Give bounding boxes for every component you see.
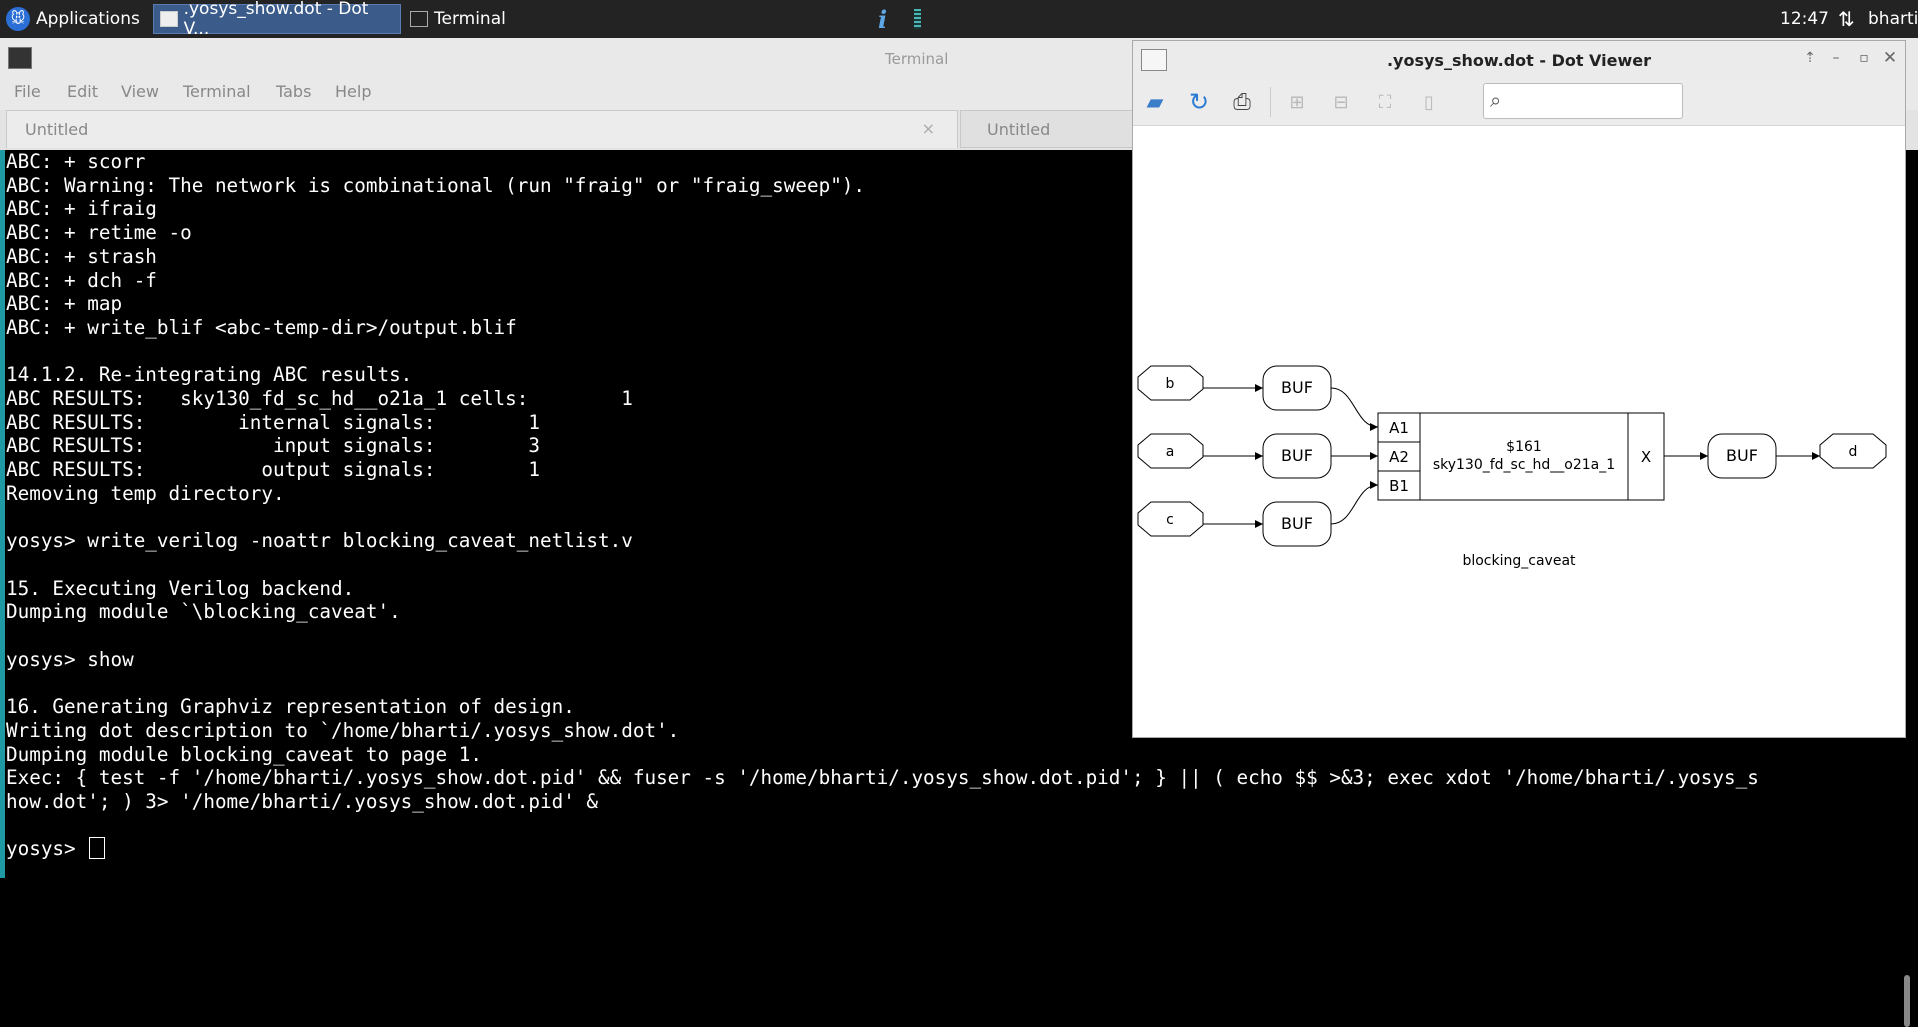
buffer-label: BUF: [1726, 446, 1758, 465]
cell-output-x: X: [1641, 448, 1651, 466]
input-label: b: [1166, 376, 1175, 392]
graph-canvas[interactable]: b a c BUF BUF BUF A1 A2 B1 $161 sky130_f…: [1133, 126, 1905, 738]
maximize-window-icon[interactable]: ▫: [1853, 47, 1875, 69]
open-icon[interactable]: ▰: [1139, 87, 1171, 117]
menu-help[interactable]: Help: [335, 82, 371, 101]
terminal-line: Removing temp directory.: [6, 481, 285, 505]
terminal-tab-2[interactable]: Untitled: [960, 110, 1140, 148]
terminal-line: ABC RESULTS: input signals: 3: [6, 434, 540, 458]
terminal-line: ABC: + map: [6, 292, 123, 316]
graph-buf-b[interactable]: BUF: [1262, 365, 1332, 411]
terminal-tab-1[interactable]: Untitled ×: [6, 110, 958, 148]
terminal-line: ABC RESULTS: output signals: 1: [6, 458, 540, 482]
terminal-line: 15. Executing Verilog backend.: [6, 576, 355, 600]
input-label: a: [1166, 444, 1175, 460]
zoom-out-icon[interactable]: ⊟: [1325, 87, 1357, 117]
terminal-accent-bar: [0, 150, 5, 878]
terminal-line: ABC: + dch -f: [6, 268, 157, 292]
taskbar: 🐭 Applications .yosys_show.dot - Dot V..…: [0, 0, 1918, 39]
xfce-logo-icon: 🐭: [6, 7, 30, 31]
user-menu[interactable]: bharti: [1868, 0, 1918, 38]
close-window-icon[interactable]: ✕: [1879, 47, 1901, 69]
terminal-window-icon: [8, 47, 32, 69]
cell-port-a2: A2: [1389, 448, 1409, 466]
menu-terminal[interactable]: Terminal: [183, 82, 251, 101]
graph-buf-c[interactable]: BUF: [1262, 501, 1332, 547]
cell-port-a1: A1: [1389, 419, 1409, 437]
minimize-window-icon[interactable]: –: [1825, 47, 1847, 69]
terminal-line: 16. Generating Graphviz representation o…: [6, 695, 575, 719]
terminal-line: ABC RESULTS: internal signals: 1: [6, 410, 540, 434]
reload-icon[interactable]: ↻: [1183, 87, 1215, 117]
terminal-line: 14.1.2. Re-integrating ABC results.: [6, 363, 413, 387]
cell-port-b1: B1: [1389, 477, 1409, 495]
graph-input-port-a[interactable]: a: [1137, 433, 1204, 469]
taskbar-task-terminal[interactable]: Terminal: [404, 4, 649, 34]
applications-menu[interactable]: 🐭 Applications: [0, 0, 156, 38]
output-label: d: [1849, 444, 1858, 460]
terminal-scrollbar[interactable]: [1904, 975, 1910, 1027]
search-input[interactable]: ⌕: [1483, 83, 1683, 119]
buffer-label: BUF: [1281, 514, 1313, 533]
menu-view[interactable]: View: [121, 82, 159, 101]
terminal-line: ABC: + ifraig: [6, 197, 157, 221]
terminal-cursor: [89, 837, 106, 860]
zoom-100-icon[interactable]: ▯: [1413, 87, 1445, 117]
window-icon: [160, 11, 178, 27]
terminal-icon: [410, 11, 428, 27]
terminal-line: Writing dot description to `/home/bharti…: [6, 718, 680, 742]
cell-id: $161: [1506, 439, 1542, 455]
graph-cell-o21a[interactable]: A1 A2 B1 $161 sky130_fd_sc_hd__o21a_1 X: [1377, 412, 1665, 501]
graph-buf-a[interactable]: BUF: [1262, 433, 1332, 479]
terminal-line: ABC: + strash: [6, 244, 157, 268]
buffer-label: BUF: [1281, 446, 1313, 465]
menu-tabs[interactable]: Tabs: [276, 82, 311, 101]
shade-window-icon[interactable]: ⇡: [1799, 47, 1821, 69]
graph-input-port-c[interactable]: c: [1137, 501, 1204, 537]
menu-file[interactable]: File: [14, 82, 41, 101]
terminal-line: ABC: + retime -o: [6, 221, 192, 245]
terminal-title: Terminal: [885, 50, 949, 68]
terminal-line: Exec: { test -f '/home/bharti/.yosys_sho…: [6, 766, 1759, 790]
terminal-line: ABC RESULTS: sky130_fd_sc_hd__o21a_1 cel…: [6, 387, 633, 411]
module-label: blocking_caveat: [1462, 553, 1576, 569]
applications-label: Applications: [36, 9, 140, 29]
terminal-line: ABC: + scorr: [6, 150, 146, 173]
terminal-line: Dumping module blocking_caveat to page 1…: [6, 742, 482, 766]
cell-type: sky130_fd_sc_hd__o21a_1: [1433, 457, 1615, 473]
dot-viewer-window: .yosys_show.dot - Dot Viewer ⇡ – ▫ ✕ ▰ ↻…: [1132, 40, 1906, 738]
terminal-line: how.dot'; ) 3> '/home/bharti/.yosys_show…: [6, 789, 599, 813]
zoom-in-icon[interactable]: ⊞: [1281, 87, 1313, 117]
taskbar-task-dot-viewer[interactable]: .yosys_show.dot - Dot V...: [153, 0, 401, 39]
cpu-monitor-icon[interactable]: [914, 0, 921, 38]
print-icon[interactable]: ⎙: [1226, 87, 1258, 117]
terminal-prompt[interactable]: yosys>: [6, 837, 106, 860]
input-label: c: [1166, 512, 1174, 528]
graph-buf-out[interactable]: BUF: [1707, 433, 1777, 479]
tab-label: Untitled: [987, 119, 1051, 139]
toolbar-separator: [1270, 87, 1271, 117]
graph-input-port-b[interactable]: b: [1137, 365, 1204, 401]
dot-viewer-titlebar[interactable]: .yosys_show.dot - Dot Viewer ⇡ – ▫ ✕: [1133, 41, 1905, 79]
tab-close-icon[interactable]: ×: [922, 119, 935, 138]
network-icon[interactable]: ⇅: [1838, 0, 1855, 38]
tab-label: Untitled: [25, 120, 89, 139]
task-label: .yosys_show.dot - Dot V...: [183, 0, 369, 39]
info-icon[interactable]: i: [878, 0, 887, 38]
terminal-line: Dumping module `\blocking_caveat'.: [6, 600, 401, 624]
terminal-line: ABC: + write_blif <abc-temp-dir>/output.…: [6, 315, 517, 339]
terminal-line: yosys> write_verilog -noattr blocking_ca…: [6, 529, 633, 553]
terminal-line: ABC: Warning: The network is combination…: [6, 173, 866, 197]
graph-output-port-d[interactable]: d: [1819, 433, 1887, 469]
menu-edit[interactable]: Edit: [67, 82, 98, 101]
buffer-label: BUF: [1281, 378, 1313, 397]
clock[interactable]: 12:47: [1780, 0, 1829, 38]
terminal-line: yosys> show: [6, 647, 134, 671]
dot-viewer-title: .yosys_show.dot - Dot Viewer: [1386, 51, 1652, 70]
task-label: Terminal: [434, 9, 506, 29]
search-icon: ⌕: [1490, 88, 1502, 112]
zoom-fit-icon[interactable]: ⛶: [1369, 87, 1401, 117]
